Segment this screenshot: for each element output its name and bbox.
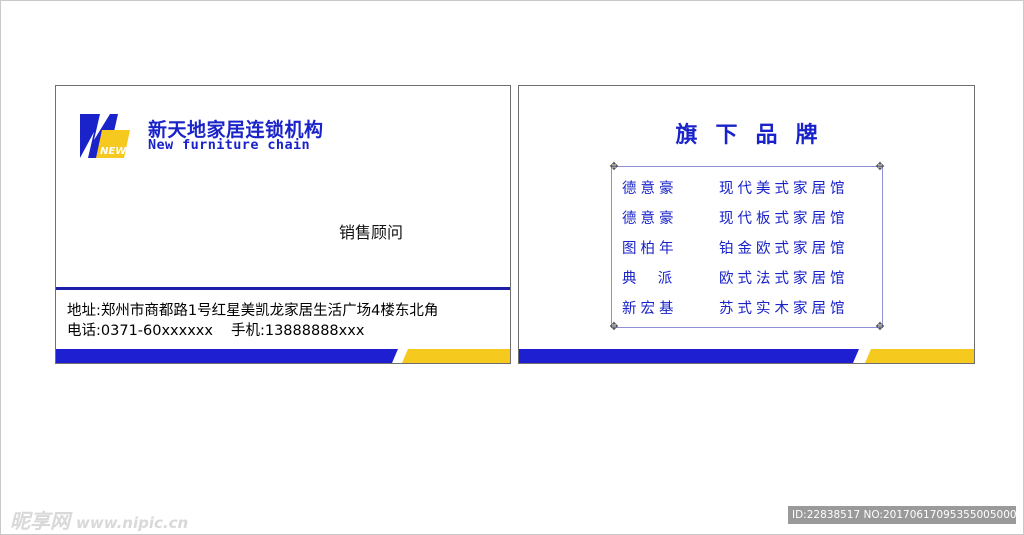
- mobile-label: 手机:: [230, 323, 265, 339]
- mobile-number: 13888888xxx: [264, 323, 365, 339]
- divider-line: [56, 287, 510, 290]
- company-name-en: New furniture chain: [148, 137, 311, 153]
- brand-name: 新宏基: [622, 301, 678, 317]
- brand-description: 现代板式家居馆: [719, 211, 849, 227]
- corner-ornament-icon: ✥: [875, 320, 885, 333]
- job-title: 销售顾问: [339, 223, 404, 242]
- brand-name: 德意豪: [622, 181, 678, 197]
- brands-title: 旗下品牌: [675, 123, 836, 148]
- phone-number: 0371-60xxxxxx: [100, 323, 213, 339]
- business-card-front: NEW 新天地家居连锁机构 New furniture chain 销售顾问 地…: [55, 85, 511, 364]
- brand-row: 典 派 欧式法式家居馆: [622, 267, 874, 287]
- brand-row: 新宏基 苏式实木家居馆: [622, 297, 874, 317]
- brand-list-box: ✥ ✥ ✥ ✥ 德意豪 现代美式家居馆 德意豪 现代板式家居馆 图柏年 铂金欧式…: [609, 161, 884, 333]
- brand-name: 典 派: [622, 271, 677, 287]
- brand-row: 德意豪 现代美式家居馆: [622, 177, 874, 197]
- address-text: 地址:郑州市商都路1号红星美凯龙家居生活广场4楼东北角: [67, 303, 439, 319]
- brand-row: 德意豪 现代板式家居馆: [622, 207, 874, 227]
- color-stripe: [56, 349, 510, 363]
- corner-ornament-icon: ✥: [875, 160, 885, 173]
- new-logo-icon: NEW: [80, 114, 130, 158]
- corner-ornament-icon: ✥: [609, 160, 619, 173]
- phone-line: 电话:0371-60xxxxxx 手机:13888888xxx: [67, 319, 364, 340]
- brand-description: 铂金欧式家居馆: [719, 241, 849, 257]
- color-stripe: [519, 349, 974, 363]
- watermark-image-info: ID:22838517 NO:20170617095355005000: [788, 506, 1017, 524]
- brand-description: 现代美式家居馆: [719, 181, 849, 197]
- business-card-back: 旗下品牌 ✥ ✥ ✥ ✥ 德意豪 现代美式家居馆 德意豪 现代板式家居馆 图柏年…: [518, 85, 975, 364]
- brand-description: 苏式实木家居馆: [719, 301, 849, 317]
- watermark-site-url: www.nipic.cn: [76, 514, 189, 532]
- phone-label: 电话:: [67, 323, 101, 339]
- brand-description: 欧式法式家居馆: [719, 271, 849, 287]
- watermark-site-name: 昵享网: [10, 509, 70, 533]
- watermark-site: 昵享网 www.nipic.cn: [10, 505, 188, 534]
- corner-ornament-icon: ✥: [609, 320, 619, 333]
- logo-text: NEW: [100, 146, 127, 157]
- brand-name: 德意豪: [622, 211, 678, 227]
- brand-name: 图柏年: [622, 241, 678, 257]
- brand-row: 图柏年 铂金欧式家居馆: [622, 237, 874, 257]
